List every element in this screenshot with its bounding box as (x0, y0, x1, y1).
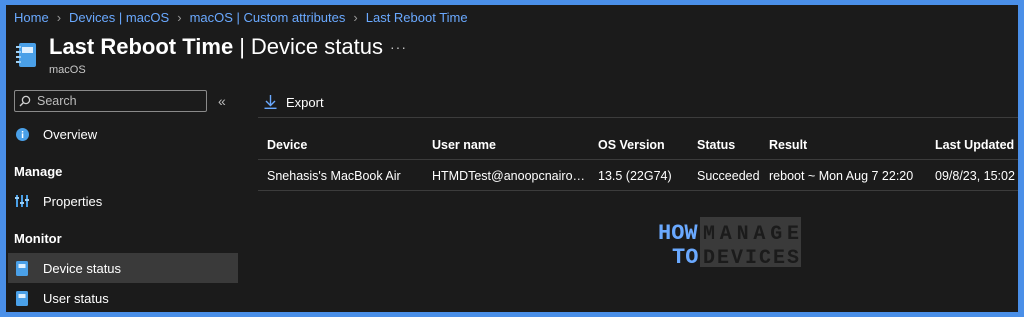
search-box[interactable] (14, 90, 207, 112)
export-label: Export (286, 94, 324, 110)
download-icon (264, 95, 277, 109)
export-button[interactable]: Export (264, 92, 324, 112)
table-header: Device User name OS Version Status Resul… (258, 130, 1018, 160)
column-header-result[interactable]: Result (769, 130, 929, 160)
logo-text-to: TO (672, 245, 698, 270)
breadcrumb-last-reboot-time[interactable]: Last Reboot Time (366, 10, 468, 25)
page-title-main: Last Reboot Time (49, 34, 234, 59)
page-title-blade: Device status (250, 34, 383, 59)
sidebar-item-overview[interactable]: Overview (8, 119, 238, 149)
sidebar-item-label: Overview (43, 126, 98, 142)
cell-device: Snehasis's MacBook Air (267, 169, 401, 183)
toolbar-divider (258, 117, 1018, 118)
column-header-status[interactable]: Status (697, 130, 767, 160)
chevron-right-icon: › (56, 9, 62, 25)
logo-text-devices: DEVICES (703, 247, 799, 270)
device-status-table: Device User name OS Version Status Resul… (258, 130, 1018, 191)
cell-user-name: HTMDTest@anoopcnairoutl... (432, 169, 590, 183)
cell-last-updated: 09/8/23, 15:02 (935, 169, 1015, 183)
user-status-icon (14, 290, 30, 306)
page-title: Last Reboot Time | Device status (49, 34, 383, 60)
info-icon (14, 126, 30, 142)
search-icon (19, 95, 31, 107)
more-options-button[interactable]: ··· (390, 39, 408, 55)
cell-result: reboot ~ Mon Aug 7 22:20 (769, 169, 914, 183)
section-heading-monitor: Monitor (14, 231, 62, 246)
chevron-right-icon: › (177, 9, 182, 25)
breadcrumb: Home › Devices | macOS › macOS | Custom … (14, 8, 468, 26)
page-subtitle: macOS (49, 64, 86, 76)
cell-os-version: 13.5 (22G74) (598, 169, 672, 183)
title-separator: | (239, 34, 245, 59)
sidebar-item-label: Device status (43, 260, 122, 276)
collapse-sidebar-button[interactable]: « (218, 93, 226, 109)
column-header-os-version[interactable]: OS Version (598, 130, 688, 160)
device-list-icon (16, 43, 36, 67)
section-heading-manage: Manage (14, 164, 63, 179)
properties-icon (14, 193, 30, 209)
sidebar-item-label: Properties (43, 193, 103, 209)
column-header-last-updated[interactable]: Last Updated (935, 130, 1018, 160)
sidebar-item-device-status[interactable]: Device status (8, 253, 238, 283)
breadcrumb-custom-attributes[interactable]: macOS | Custom attributes (190, 10, 346, 25)
device-status-icon (14, 260, 30, 276)
search-input[interactable] (37, 94, 197, 108)
chevron-right-icon: › (353, 9, 358, 25)
logo-text-how: HOW (658, 221, 698, 246)
breadcrumb-devices-macos[interactable]: Devices | macOS (69, 10, 169, 25)
how-to-manage-devices-logo: HOW TO MANAGE DEVICES (658, 217, 801, 270)
table-row[interactable]: Snehasis's MacBook Air HTMDTest@anoopcna… (258, 160, 1018, 191)
sidebar-item-label: User status (43, 290, 109, 306)
breadcrumb-home[interactable]: Home (14, 10, 49, 25)
app-window: Home › Devices | macOS › macOS | Custom … (6, 5, 1018, 312)
column-header-device[interactable]: Device (267, 130, 427, 160)
sidebar-item-properties[interactable]: Properties (8, 186, 238, 216)
cell-status: Succeeded (697, 169, 760, 183)
column-header-user-name[interactable]: User name (432, 130, 590, 160)
sidebar-item-user-status[interactable]: User status (8, 283, 238, 312)
